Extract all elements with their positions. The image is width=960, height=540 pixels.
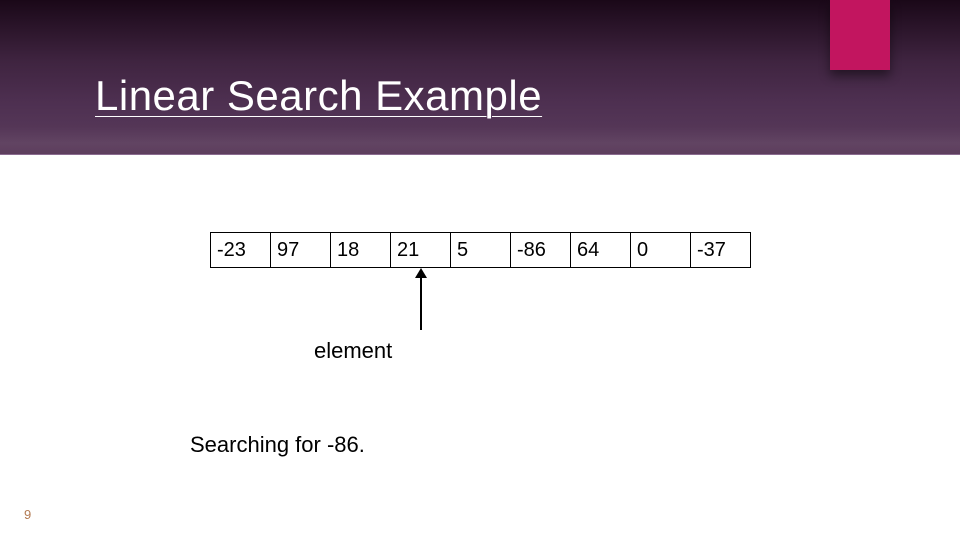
array-cell: 21 [391, 233, 451, 267]
pointer-label: element [314, 338, 392, 364]
arrow-line [420, 276, 422, 330]
search-caption: Searching for -86. [190, 432, 365, 458]
array-cell: 97 [271, 233, 331, 267]
array-cell: 64 [571, 233, 631, 267]
array-cell: 5 [451, 233, 511, 267]
pointer-arrow [420, 268, 422, 330]
array-cell: -86 [511, 233, 571, 267]
slide-title: Linear Search Example [95, 72, 542, 120]
array-cell: 18 [331, 233, 391, 267]
slide-header: Linear Search Example [0, 0, 960, 155]
array-cell: 0 [631, 233, 691, 267]
accent-block [830, 0, 890, 70]
array-cell: -37 [691, 233, 751, 267]
array-container: -23 97 18 21 5 -86 64 0 -37 [210, 232, 751, 268]
page-number: 9 [24, 507, 31, 522]
array-cell: -23 [211, 233, 271, 267]
